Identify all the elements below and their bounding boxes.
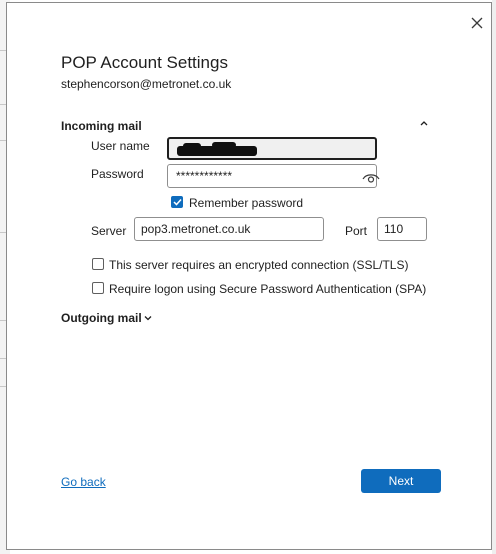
password-input[interactable]: ************	[167, 164, 377, 188]
ssl-checkbox[interactable]	[92, 258, 104, 270]
server-label: Server	[91, 224, 127, 238]
outgoing-mail-toggle[interactable]: Outgoing mail	[61, 311, 152, 325]
show-password-button[interactable]	[361, 170, 381, 186]
dialog-title: POP Account Settings	[61, 53, 228, 72]
eye-icon	[362, 174, 380, 183]
chevron-up-icon	[420, 121, 428, 126]
spa-checkbox[interactable]	[92, 282, 104, 294]
username-label: User name	[91, 139, 150, 153]
remember-password-label: Remember password	[189, 196, 304, 210]
pop-account-settings-dialog: POP Account Settings stephencorson@metro…	[6, 2, 492, 550]
password-label: Password	[91, 167, 144, 181]
chevron-down-icon	[144, 316, 152, 321]
spa-label: Require logon using Secure Password Auth…	[109, 282, 427, 296]
incoming-mail-heading: Incoming mail	[61, 119, 142, 133]
remember-password-checkbox[interactable]	[171, 196, 183, 208]
ssl-label: This server requires an encrypted connec…	[109, 258, 409, 272]
next-button[interactable]: Next	[361, 469, 441, 493]
close-icon	[471, 17, 483, 29]
checkmark-icon	[172, 198, 182, 206]
redacted-username	[212, 142, 236, 148]
account-email: stephencorson@metronet.co.uk	[61, 77, 232, 91]
close-button[interactable]	[465, 11, 489, 35]
incoming-collapse-button[interactable]	[417, 116, 431, 130]
port-input[interactable]	[377, 217, 427, 241]
password-value: ************	[176, 169, 233, 183]
server-input[interactable]	[134, 217, 324, 241]
redacted-username	[183, 143, 201, 149]
background-window-right	[492, 0, 496, 554]
port-label: Port	[345, 224, 368, 238]
go-back-link[interactable]: Go back	[61, 475, 106, 489]
outgoing-mail-heading: Outgoing mail	[61, 311, 142, 325]
